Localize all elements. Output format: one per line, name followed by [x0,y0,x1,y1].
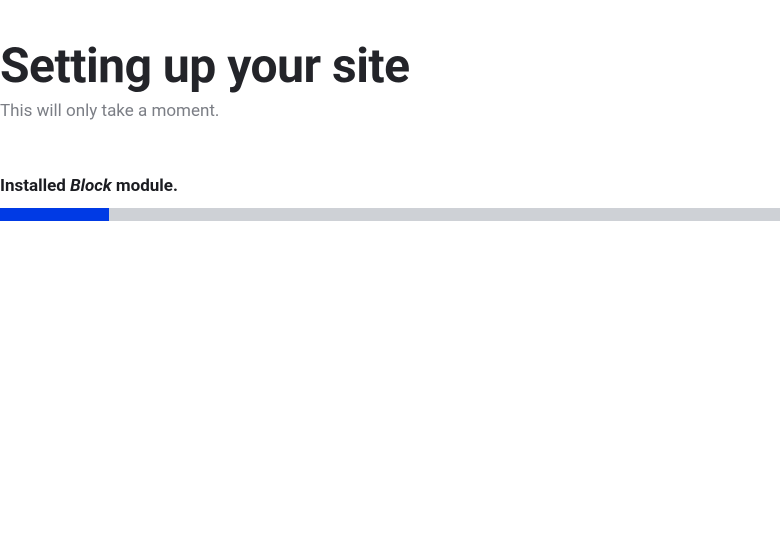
progress-bar-fill [0,208,109,221]
status-prefix: Installed [0,176,70,196]
page-subtitle: This will only take a moment. [0,101,780,121]
status-suffix: module. [112,176,178,196]
module-name: Block [70,176,112,196]
progress-bar [0,208,780,221]
install-status-text: Installed Block module. [0,176,780,196]
page-title: Setting up your site [0,38,780,93]
